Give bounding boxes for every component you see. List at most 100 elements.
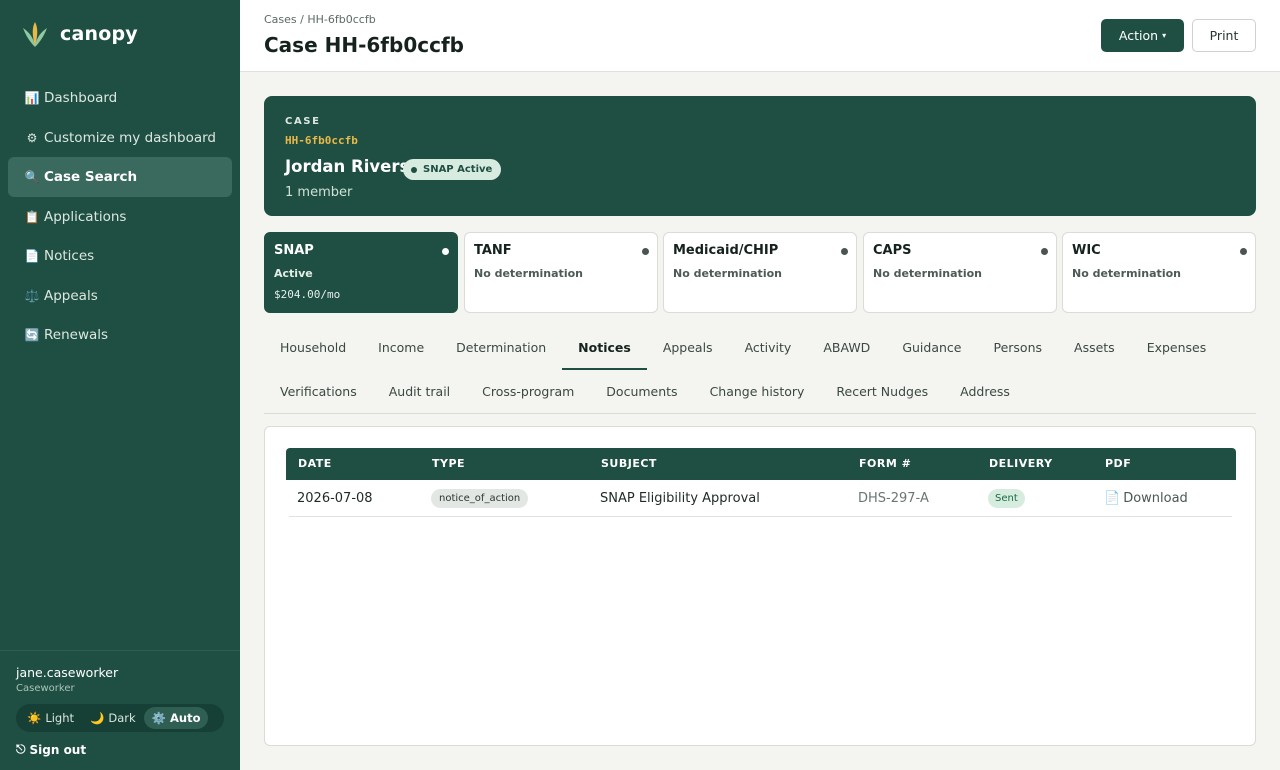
status-dot-icon — [642, 248, 649, 255]
column-header-delivery[interactable]: DELIVERY — [989, 448, 1053, 480]
program-card-snap[interactable]: SNAP Active $204.00/mo — [264, 232, 458, 313]
page-title: Case HH-6fb0ccfb — [264, 33, 464, 57]
breadcrumb: Cases / HH-6fb0ccfb — [264, 13, 376, 26]
download-pdf-link[interactable]: 📄 Download — [1104, 480, 1188, 516]
delivery-status-badge: Sent — [988, 488, 1025, 508]
canopy-logo-icon — [23, 22, 47, 47]
notice-subject: SNAP Eligibility Approval — [600, 490, 760, 506]
tab-audit-trail[interactable]: Audit trail — [373, 370, 466, 414]
user-role: Caseworker — [16, 683, 75, 694]
sidebar-item-label: Appeals — [44, 287, 98, 304]
tab-recert-nudges[interactable]: Recert Nudges — [820, 370, 944, 414]
status-dot-icon — [1240, 248, 1247, 255]
tab-verifications[interactable]: Verifications — [264, 370, 373, 414]
sidebar-item-dashboard[interactable]: 📊 Dashboard — [8, 78, 232, 118]
tab-notices[interactable]: Notices — [562, 326, 647, 370]
program-card-caps[interactable]: CAPS No determination — [863, 232, 1057, 313]
sidebar-item-renewals[interactable]: 🔄 Renewals — [8, 315, 232, 355]
theme-option-label: Dark — [108, 711, 136, 725]
theme-auto-option[interactable]: ⚙️ Auto — [143, 707, 209, 729]
scales-icon: ⚖️ — [24, 288, 40, 303]
program-status: No determination — [474, 267, 583, 280]
table-header: DATE TYPE SUBJECT FORM # DELIVERY PDF — [286, 448, 1236, 480]
page-header: Cases / HH-6fb0ccfb Case HH-6fb0ccfb Act… — [240, 0, 1280, 72]
notices-panel: DATE TYPE SUBJECT FORM # DELIVERY PDF 20… — [264, 426, 1256, 746]
sidebar-item-label: Case Search — [44, 169, 138, 185]
column-header-subject[interactable]: SUBJECT — [601, 448, 657, 480]
program-name: TANF — [474, 243, 512, 258]
program-status: No determination — [673, 267, 782, 280]
column-header-form-number[interactable]: FORM # — [859, 448, 911, 480]
sidebar-item-case-search[interactable]: 🔍 Case Search — [8, 157, 232, 197]
case-tabs: Household Income Determination Notices A… — [264, 326, 1256, 414]
print-button[interactable]: Print — [1192, 19, 1256, 52]
program-status: No determination — [1072, 267, 1181, 280]
theme-dark-option[interactable]: 🌙 Dark — [82, 707, 144, 729]
user-name: jane.caseworker — [16, 665, 119, 680]
tab-expenses[interactable]: Expenses — [1131, 326, 1223, 370]
sidebar-item-customize-dashboard[interactable]: ⚙ Customize my dashboard — [8, 118, 232, 158]
notice-type-cell: notice_of_action — [431, 480, 529, 516]
notice-delivery-cell: Sent — [988, 480, 1025, 516]
brand-name: canopy — [60, 23, 138, 45]
program-name: Medicaid/CHIP — [673, 243, 779, 258]
tab-guidance[interactable]: Guidance — [886, 326, 977, 370]
column-header-type[interactable]: TYPE — [432, 448, 465, 480]
tab-determination[interactable]: Determination — [440, 326, 562, 370]
table-row[interactable]: 2026-07-08 notice_of_action SNAP Eligibi… — [289, 480, 1232, 517]
gear-icon: ⚙ — [26, 130, 38, 145]
case-banner: CASE HH-6fb0ccfb Jordan Rivers SNAP Acti… — [264, 96, 1256, 216]
tab-appeals[interactable]: Appeals — [647, 326, 729, 370]
sidebar-item-label: Notices — [44, 248, 95, 264]
chart-icon: 📊 — [24, 91, 40, 105]
tab-documents[interactable]: Documents — [590, 370, 693, 414]
sidebar-item-label: Renewals — [44, 327, 109, 343]
notice-date: 2026-07-08 — [297, 490, 373, 506]
program-amount: $204.00/mo — [274, 288, 341, 301]
tab-abawd[interactable]: ABAWD — [807, 326, 886, 370]
sign-out-link[interactable]: ⎋ Sign out — [16, 742, 224, 757]
notice-form-number: DHS-297-A — [858, 490, 929, 506]
tab-persons[interactable]: Persons — [977, 326, 1058, 370]
breadcrumb-separator: / — [296, 13, 308, 26]
tab-address[interactable]: Address — [944, 370, 1026, 414]
sidebar-item-applications[interactable]: 📋 Applications — [8, 197, 232, 237]
tab-income[interactable]: Income — [362, 326, 440, 370]
status-badge-label: SNAP Active — [423, 164, 493, 175]
caret-down-icon: ▾ — [1162, 31, 1167, 40]
tab-change-history[interactable]: Change history — [694, 370, 821, 414]
clipboard-icon: 📋 — [24, 209, 40, 224]
tab-assets[interactable]: Assets — [1058, 326, 1131, 370]
theme-switcher: ☀️ Light 🌙 Dark ⚙️ Auto — [16, 704, 224, 732]
download-label: Download — [1123, 490, 1188, 506]
sidebar: canopy 📊 Dashboard ⚙ Customize my dashbo… — [0, 0, 240, 770]
program-card-medicaid-chip[interactable]: Medicaid/CHIP No determination — [663, 232, 857, 313]
tab-household[interactable]: Household — [264, 326, 362, 370]
moon-icon: 🌙 — [90, 711, 105, 725]
program-card-wic[interactable]: WIC No determination — [1062, 232, 1256, 313]
action-menu-button[interactable]: Action ▾ — [1101, 19, 1184, 52]
document-icon: 📄 — [1104, 490, 1121, 506]
breadcrumb-cases-link[interactable]: Cases — [264, 13, 297, 26]
case-label: CASE — [285, 116, 321, 127]
status-dot-icon — [442, 248, 449, 255]
tab-row: Household Income Determination Notices A… — [264, 326, 1256, 370]
tab-activity[interactable]: Activity — [729, 326, 808, 370]
sidebar-item-label: Applications — [44, 208, 127, 225]
brand[interactable]: canopy — [22, 20, 138, 48]
program-status: No determination — [873, 267, 982, 280]
program-card-tanf[interactable]: TANF No determination — [464, 232, 658, 313]
refresh-icon: 🔄 — [24, 328, 40, 342]
column-header-date[interactable]: DATE — [298, 448, 332, 480]
status-dot-icon — [1041, 248, 1048, 255]
sidebar-item-appeals[interactable]: ⚖️ Appeals — [8, 276, 232, 316]
sign-out-label: Sign out — [29, 742, 87, 757]
status-badge: SNAP Active — [403, 159, 502, 180]
status-dot-icon — [841, 248, 848, 255]
theme-option-label: Auto — [169, 711, 201, 725]
breadcrumb-current: HH-6fb0ccfb — [307, 13, 376, 26]
sidebar-item-notices[interactable]: 📄 Notices — [8, 236, 232, 276]
theme-light-option[interactable]: ☀️ Light — [19, 707, 82, 729]
column-header-pdf[interactable]: PDF — [1105, 448, 1131, 480]
tab-cross-program[interactable]: Cross-program — [466, 370, 590, 414]
